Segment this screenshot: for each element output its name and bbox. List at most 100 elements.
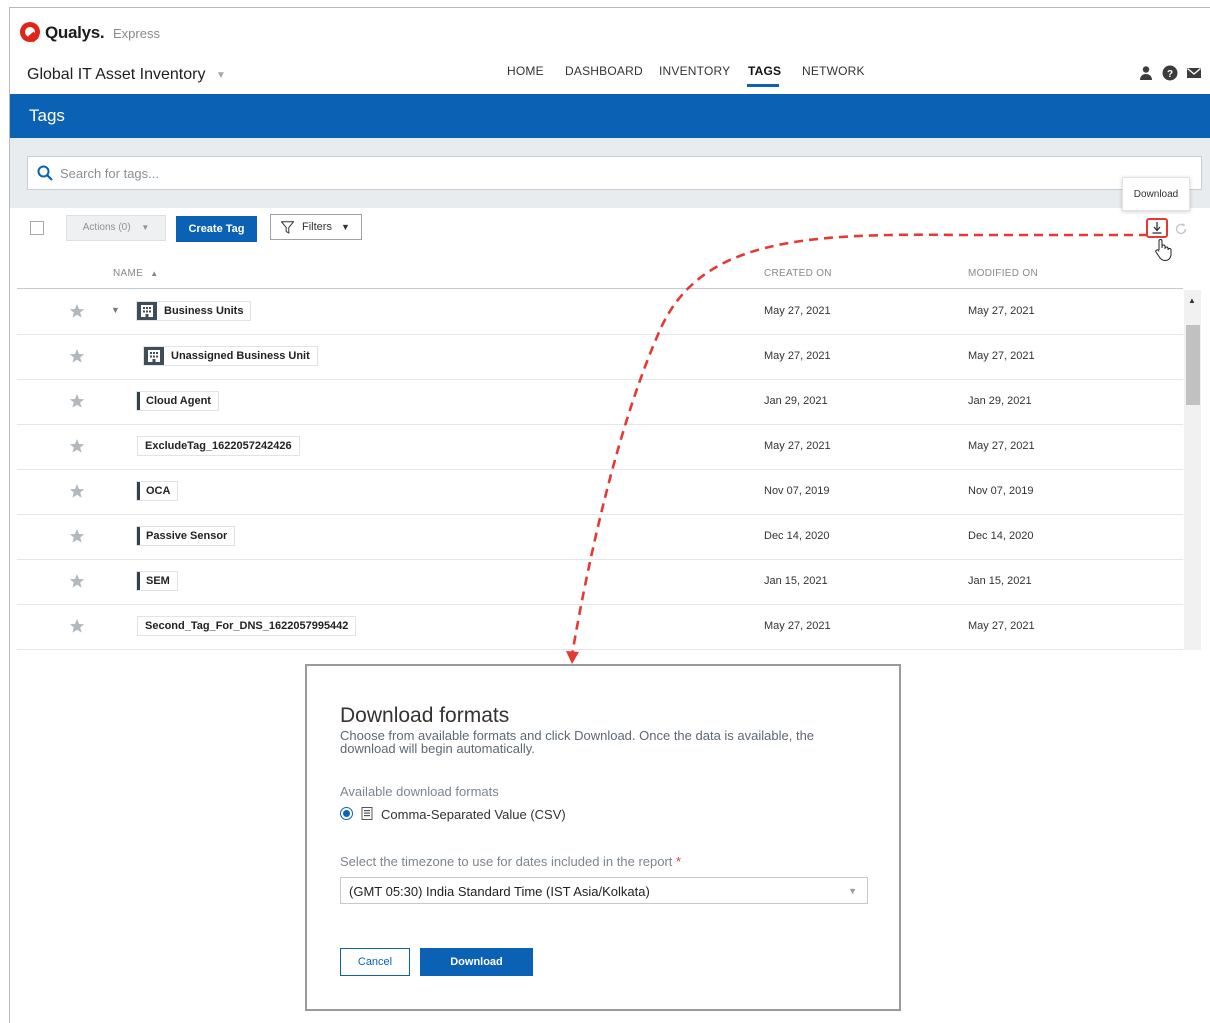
tag-chip[interactable]: OCA (136, 481, 179, 501)
app-title[interactable]: Global IT Asset Inventory (27, 66, 205, 84)
created-on-cell: May 27, 2021 (764, 305, 831, 317)
table-row[interactable]: OCA Nov 07, 2019 Nov 07, 2019 (17, 470, 1183, 515)
tag-chip[interactable]: Second_Tag_For_DNS_1622057995442 (137, 616, 357, 636)
favorite-star-icon[interactable] (69, 528, 85, 544)
favorite-star-icon[interactable] (69, 483, 85, 499)
tag-name: SEM (146, 575, 170, 587)
created-on-cell: May 27, 2021 (764, 350, 831, 362)
modified-on-cell: Jan 29, 2021 (968, 395, 1032, 407)
tag-name: Passive Sensor (146, 530, 228, 542)
tag-name: Cloud Agent (146, 395, 211, 407)
app-switcher-caret-icon[interactable]: ▼ (216, 70, 226, 81)
dialog-description: Choose from available formats and click … (340, 728, 815, 756)
nav-tags[interactable]: TAGS (748, 64, 781, 78)
actions-dropdown[interactable]: Actions (0) ▼ (66, 215, 166, 241)
mail-icon[interactable] (1186, 65, 1202, 81)
user-icon[interactable] (1138, 65, 1154, 81)
table-row[interactable]: ▼ Business Units May 27, 2021 May 27, 2021 (17, 290, 1183, 335)
table-row[interactable]: SEM Jan 15, 2021 Jan 15, 2021 (17, 560, 1183, 605)
help-icon[interactable]: ? (1162, 65, 1178, 81)
select-all-checkbox[interactable] (30, 221, 44, 235)
csv-option-label[interactable]: Comma-Separated Value (CSV) (381, 807, 566, 822)
created-on-cell: Dec 14, 2020 (764, 530, 830, 542)
column-header-name[interactable]: NAME ▲ (113, 268, 158, 279)
tag-chip[interactable]: Passive Sensor (136, 526, 236, 546)
sort-ascending-icon: ▲ (150, 269, 159, 278)
modified-on-cell: Jan 15, 2021 (968, 575, 1032, 587)
created-on-cell: Nov 07, 2019 (764, 485, 830, 497)
app-bar: Global IT Asset Inventory ▼ HOME DASHBOA… (10, 56, 1210, 94)
favorite-star-icon[interactable] (69, 393, 85, 409)
download-tooltip: Download (1122, 177, 1190, 211)
building-icon (137, 302, 157, 320)
actions-label: Actions (0) (82, 222, 131, 233)
svg-text:?: ? (1167, 69, 1173, 80)
tag-chip[interactable]: SEM (136, 571, 178, 591)
timezone-label: Select the timezone to use for dates inc… (340, 854, 682, 869)
download-formats-dialog: Download formats Choose from available f… (305, 664, 901, 1011)
dialog-title: Download formats (340, 704, 510, 727)
top-icons: ? (1138, 65, 1202, 81)
download-button[interactable] (1146, 218, 1168, 238)
filters-label: Filters (302, 221, 332, 233)
nav-dashboard[interactable]: DASHBOARD (565, 64, 643, 78)
qualys-logo-icon (20, 22, 40, 42)
search-box (27, 156, 1202, 190)
table-scrollbar[interactable]: ▲ (1184, 290, 1201, 650)
tag-name: OCA (146, 485, 171, 497)
building-icon (144, 347, 164, 365)
filters-button[interactable]: Filters ▼ (270, 214, 362, 240)
created-on-cell: Jan 15, 2021 (764, 575, 828, 587)
table-row[interactable]: Unassigned Business Unit May 27, 2021 May … (17, 335, 1183, 380)
csv-radio[interactable] (340, 807, 353, 820)
search-input[interactable] (60, 157, 1190, 189)
timezone-select[interactable]: (GMT 05:30) India Standard Time (IST Asi… (340, 877, 868, 904)
tag-color-bar (137, 527, 140, 545)
table-row[interactable]: Passive Sensor Dec 14, 2020 Dec 14, 2020 (17, 515, 1183, 560)
created-on-cell: May 27, 2021 (764, 620, 831, 632)
table-row[interactable]: Cloud Agent Jan 29, 2021 Jan 29, 2021 (17, 380, 1183, 425)
tag-name: ExcludeTag_1622057242426 (145, 440, 292, 452)
tag-chip[interactable]: Cloud Agent (136, 391, 219, 411)
tag-chip[interactable]: Business Units (136, 301, 252, 321)
modified-on-cell: May 27, 2021 (968, 350, 1035, 362)
created-on-cell: May 27, 2021 (764, 440, 831, 452)
create-tag-button[interactable]: Create Tag (176, 216, 257, 242)
modified-on-cell: Nov 07, 2019 (968, 485, 1034, 497)
favorite-star-icon[interactable] (69, 618, 85, 634)
refresh-icon[interactable] (1174, 222, 1188, 236)
scroll-up-arrow-icon[interactable]: ▲ (1188, 296, 1196, 305)
nav-active-indicator (747, 84, 779, 87)
nav-inventory[interactable]: INVENTORY (659, 64, 730, 78)
nav-home[interactable]: HOME (507, 64, 544, 78)
tag-color-bar (137, 482, 140, 500)
nav-network[interactable]: NETWORK (802, 64, 865, 78)
tag-chip[interactable]: ExcludeTag_1622057242426 (137, 436, 300, 456)
tag-chip[interactable]: Unassigned Business Unit (143, 346, 318, 366)
cancel-button[interactable]: Cancel (340, 948, 410, 976)
download-confirm-button[interactable]: Download (420, 948, 533, 976)
table-row[interactable]: Second_Tag_For_DNS_1622057995442 May 27, … (17, 605, 1183, 650)
favorite-star-icon[interactable] (69, 348, 85, 364)
modified-on-cell: May 27, 2021 (968, 440, 1035, 452)
table-header: NAME ▲ CREATED ON MODIFIED ON (17, 261, 1183, 289)
column-header-modified[interactable]: MODIFIED ON (968, 268, 1038, 279)
favorite-star-icon[interactable] (69, 303, 85, 319)
favorite-star-icon[interactable] (69, 573, 85, 589)
chevron-down-icon: ▼ (848, 886, 857, 896)
search-band (10, 138, 1210, 208)
scroll-thumb[interactable] (1186, 325, 1200, 405)
tags-table-body: ▼ Business Units May 27, 2021 May 27, 2021 U… (17, 290, 1183, 650)
tag-name: Unassigned Business Unit (171, 350, 310, 362)
download-icon (1152, 222, 1162, 234)
created-on-cell: Jan 29, 2021 (764, 395, 828, 407)
table-row[interactable]: ExcludeTag_1622057242426 May 27, 2021 May … (17, 425, 1183, 470)
modified-on-cell: Dec 14, 2020 (968, 530, 1034, 542)
tag-name: Second_Tag_For_DNS_1622057995442 (145, 620, 349, 632)
column-header-created[interactable]: CREATED ON (764, 268, 832, 279)
brand-name: Qualys. (45, 23, 105, 42)
csv-file-icon (361, 807, 373, 820)
favorite-star-icon[interactable] (69, 438, 85, 454)
expand-caret-icon[interactable]: ▼ (111, 305, 120, 315)
chevron-down-icon: ▼ (341, 222, 350, 232)
